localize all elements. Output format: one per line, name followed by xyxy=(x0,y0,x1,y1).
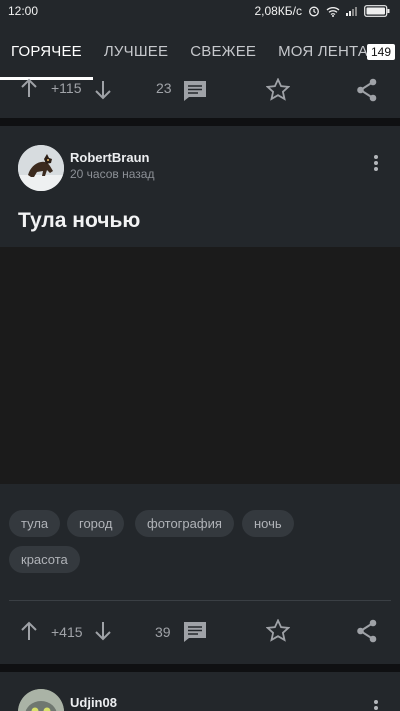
battery-icon xyxy=(364,5,390,17)
previous-post-card: +115 23 xyxy=(0,78,400,118)
comment-icon[interactable] xyxy=(183,80,207,102)
share-icon[interactable] xyxy=(356,78,378,102)
tab-hot[interactable]: ГОРЯЧЕЕ xyxy=(0,22,93,80)
downvote-icon[interactable] xyxy=(94,80,112,100)
signal-icon xyxy=(346,6,358,16)
comment-icon[interactable] xyxy=(183,621,207,643)
post-comments-count: 39 xyxy=(155,624,171,640)
post-rating: +415 xyxy=(51,624,83,640)
downvote-icon[interactable] xyxy=(94,621,112,641)
network-speed: 2,08КБ/с xyxy=(254,4,302,18)
tag-chip[interactable]: фотография xyxy=(135,510,234,537)
favorite-icon[interactable] xyxy=(266,78,290,101)
tag-chip[interactable]: ночь xyxy=(242,510,294,537)
author-avatar[interactable] xyxy=(18,145,64,191)
upvote-icon[interactable] xyxy=(20,621,38,641)
feed-separator xyxy=(0,118,400,126)
upvote-icon[interactable] xyxy=(20,78,38,97)
post-image[interactable] xyxy=(0,247,400,484)
previous-post-comments: 23 xyxy=(156,80,172,96)
share-icon[interactable] xyxy=(356,619,378,643)
previous-post-rating: +115 xyxy=(51,80,82,96)
post-title[interactable]: Тула ночью xyxy=(18,209,140,233)
status-bar: 12:00 2,08КБ/с xyxy=(0,0,400,22)
feed-separator xyxy=(0,664,400,672)
tab-my-feed[interactable]: МОЯ ЛЕНТА xyxy=(278,22,368,80)
favorite-icon[interactable] xyxy=(266,619,290,642)
post-author-name[interactable]: RobertBraun xyxy=(70,150,149,165)
more-options-icon[interactable] xyxy=(369,698,383,711)
next-post-author-name[interactable]: Udjin08 xyxy=(70,695,117,710)
tab-fresh[interactable]: СВЕЖЕЕ xyxy=(190,22,256,80)
post-time: 20 часов назад xyxy=(70,167,155,181)
more-options-icon[interactable] xyxy=(369,153,383,178)
feed-count-badge: 149 xyxy=(366,44,395,60)
tag-chip[interactable]: город xyxy=(67,510,125,537)
status-time: 12:00 xyxy=(8,4,39,18)
tab-bar: ГОРЯЧЕЕ ЛУЧШЕЕ СВЕЖЕЕ МОЯ ЛЕНТА xyxy=(0,22,400,80)
actions-divider xyxy=(9,600,391,601)
tag-chip[interactable]: красота xyxy=(9,546,80,573)
alarm-icon xyxy=(308,5,320,17)
tag-chip[interactable]: тула xyxy=(9,510,61,537)
tab-best[interactable]: ЛУЧШЕЕ xyxy=(104,22,168,80)
wifi-icon xyxy=(326,6,340,17)
